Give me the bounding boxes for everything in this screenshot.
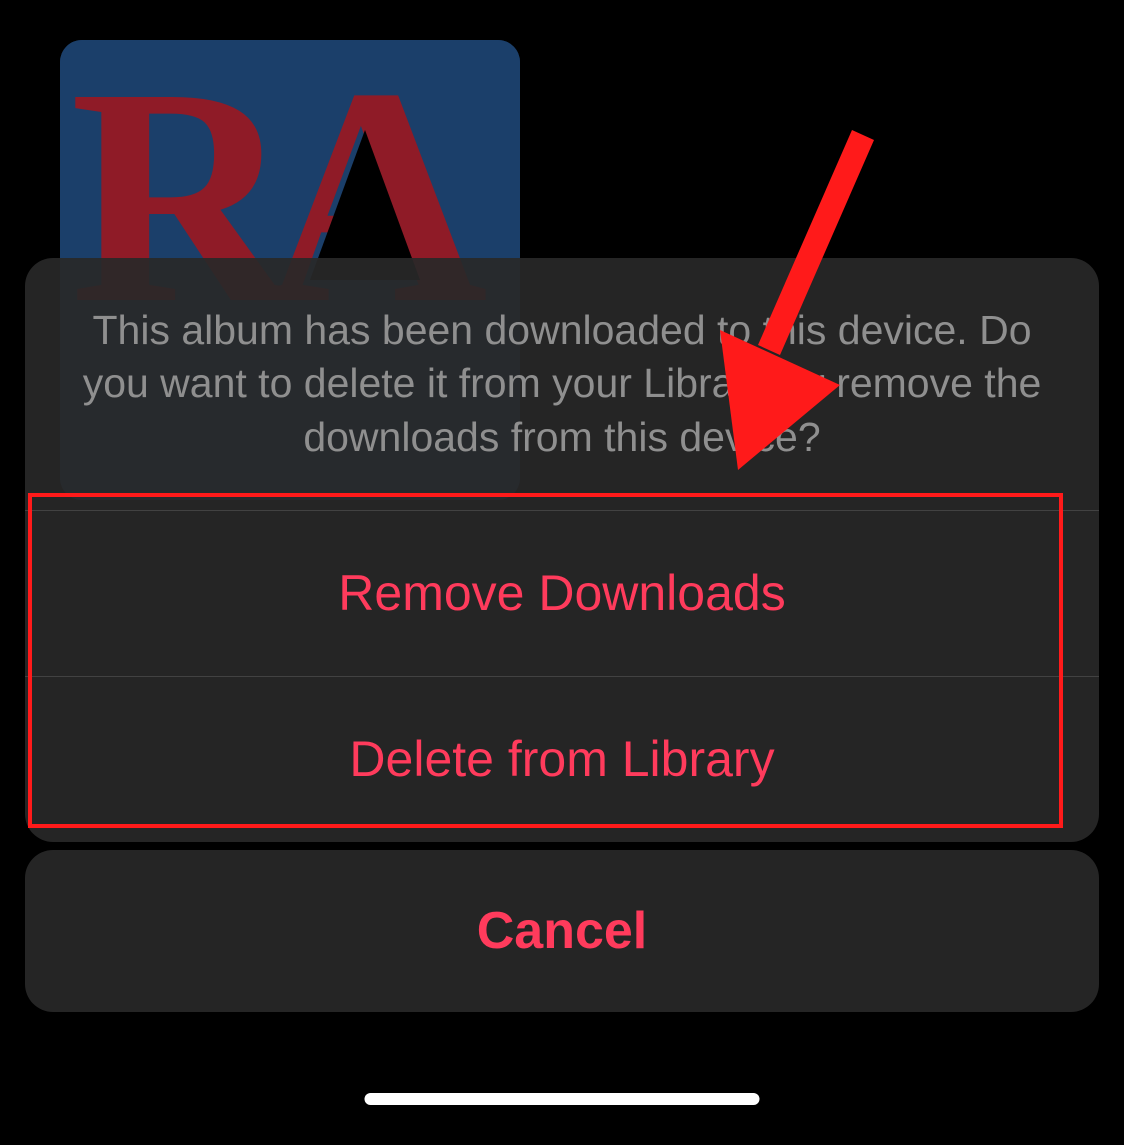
delete-from-library-button[interactable]: Delete from Library xyxy=(25,676,1099,842)
sheet-message: This album has been downloaded to this d… xyxy=(25,258,1099,510)
cancel-button[interactable]: Cancel xyxy=(25,850,1099,1012)
remove-downloads-button[interactable]: Remove Downloads xyxy=(25,510,1099,676)
action-sheet: This album has been downloaded to this d… xyxy=(25,258,1099,842)
home-indicator xyxy=(365,1093,760,1105)
